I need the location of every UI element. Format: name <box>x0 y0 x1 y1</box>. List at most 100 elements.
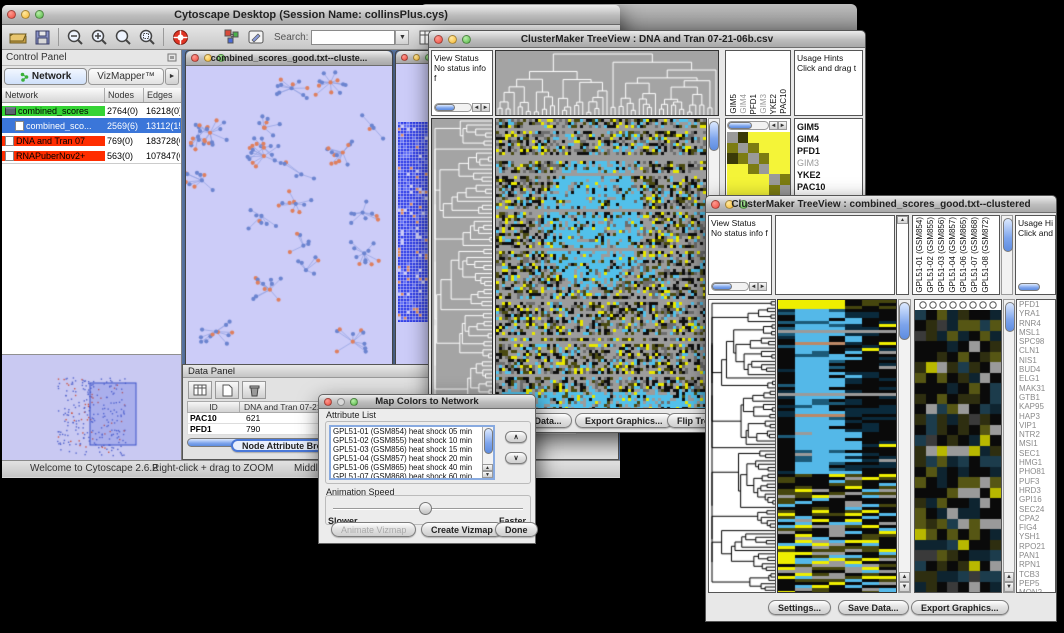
gene-label[interactable]: VIP1 <box>1017 421 1055 430</box>
gene-label[interactable]: SPC98 <box>1017 337 1055 346</box>
animation-slider-thumb[interactable] <box>419 502 432 515</box>
tab-overflow-button[interactable]: ► <box>165 68 179 85</box>
annotation-button[interactable] <box>244 27 268 48</box>
gene-label[interactable]: PFD1 <box>1017 300 1055 309</box>
tv1-row-label[interactable]: GIM3 <box>795 157 862 169</box>
tv1-row-label[interactable]: GIM4 <box>795 133 862 145</box>
tv2-heatmap-vscrollbar[interactable]: ▲ ▼ <box>898 299 911 593</box>
scroll-down-icon[interactable]: ▼ <box>899 582 910 592</box>
search-input[interactable] <box>311 30 395 45</box>
attribute-list-item[interactable]: GPL51-07 (GSM868) heat shock 60 min <box>331 472 493 480</box>
scroll-down-icon[interactable]: ▼ <box>482 471 493 478</box>
gene-label[interactable]: PHO81 <box>1017 467 1055 476</box>
attribute-list-item[interactable]: GPL51-01 (GSM854) heat shock 05 min <box>331 427 493 436</box>
gene-label[interactable]: GTB1 <box>1017 393 1055 402</box>
gene-label[interactable]: ELG1 <box>1017 374 1055 383</box>
gene-label[interactable]: SEC24 <box>1017 505 1055 514</box>
gene-label[interactable]: HRD3 <box>1017 486 1055 495</box>
gene-label[interactable]: HAP3 <box>1017 412 1055 421</box>
tv1-status-hscrollbar[interactable] <box>435 104 455 111</box>
scroll-down-icon[interactable]: ▼ <box>1004 582 1014 592</box>
move-up-button[interactable]: ∧ <box>505 431 527 443</box>
scroll-right-icon[interactable]: ► <box>778 121 787 130</box>
gene-label[interactable]: RPO21 <box>1017 542 1055 551</box>
network-view-canvas[interactable] <box>186 66 392 375</box>
attribute-list-item[interactable]: GPL51-02 (GSM855) heat shock 10 min <box>331 436 493 445</box>
select-attributes-button[interactable] <box>188 381 212 399</box>
attribute-list-vscrollbar[interactable] <box>484 428 493 454</box>
gene-label[interactable]: PAN1 <box>1017 551 1055 560</box>
tv1-row-label[interactable]: GIM5 <box>795 121 862 133</box>
gene-label[interactable]: NTR2 <box>1017 430 1055 439</box>
done-button[interactable]: Done <box>495 522 538 537</box>
gene-label[interactable]: CLN1 <box>1017 346 1055 355</box>
gene-label[interactable]: HMG1 <box>1017 458 1055 467</box>
tv1-heatmap[interactable] <box>495 118 707 409</box>
main-title-bar[interactable]: Cytoscape Desktop (Session Name: collins… <box>2 5 620 25</box>
gene-label[interactable]: PEP5 <box>1017 579 1055 588</box>
tv1-row-dendrogram[interactable] <box>431 118 493 409</box>
minimize-icon[interactable] <box>413 54 420 61</box>
tv2-zoom-panel[interactable] <box>914 299 1002 593</box>
gene-label[interactable]: GPI16 <box>1017 495 1055 504</box>
gene-label[interactable]: NIS1 <box>1017 356 1055 365</box>
data-col-id[interactable]: ID <box>188 402 240 412</box>
tv2-status-hscrollbar[interactable] <box>712 283 732 290</box>
zoom-fit-button[interactable] <box>111 27 135 48</box>
scroll-up-icon[interactable]: ▲ <box>482 464 493 471</box>
scroll-right-icon[interactable]: ► <box>481 103 490 112</box>
zoom-selected-button[interactable] <box>135 27 159 48</box>
dialog-title-bar[interactable]: Map Colors to Network <box>319 395 535 409</box>
search-dropdown-button[interactable]: ▼ <box>395 30 409 45</box>
gene-label[interactable]: TCB3 <box>1017 570 1055 579</box>
create-vizmap-button[interactable]: Create Vizmap <box>421 522 503 537</box>
tv1-correlation-matrix[interactable] <box>727 132 790 195</box>
tv2-export-graphics-button[interactable]: Export Graphics... <box>911 600 1009 615</box>
tv2-zoom-vscrollbar[interactable]: ▲ ▼ <box>1003 299 1015 593</box>
gene-label[interactable]: KAP95 <box>1017 402 1055 411</box>
tv2-hints-hscrollbar[interactable] <box>1018 283 1040 291</box>
treeview2-title-bar[interactable]: ClusterMaker TreeView : combined_scores_… <box>706 196 1056 213</box>
delete-attribute-button[interactable] <box>242 381 266 399</box>
network-table-row[interactable]: combined_scores 2764(0) 16218(0) <box>2 103 181 118</box>
scroll-right-icon[interactable]: ► <box>758 282 767 291</box>
gene-label[interactable]: MSL1 <box>1017 328 1055 337</box>
scroll-left-icon[interactable]: ◄ <box>769 121 778 130</box>
network-view-title-bar[interactable]: combined_scores_good.txt--cluste... <box>186 51 392 66</box>
gene-label[interactable]: BUD4 <box>1017 365 1055 374</box>
tab-vizmapper[interactable]: VizMapper™ <box>88 68 164 85</box>
scroll-left-icon[interactable]: ◄ <box>472 103 481 112</box>
save-button[interactable] <box>30 27 54 48</box>
gene-label[interactable]: YSH1 <box>1017 532 1055 541</box>
tv2-row-dendrogram[interactable] <box>708 299 776 593</box>
tv2-settings-button[interactable]: Settings... <box>768 600 831 615</box>
tv1-row-label[interactable]: YKE2 <box>795 169 862 181</box>
treeview1-title-bar[interactable]: ClusterMaker TreeView : DNA and Tran 07-… <box>429 31 865 48</box>
tv1-row-label[interactable]: PAC10 <box>795 181 862 193</box>
tv1-export-graphics-button[interactable]: Export Graphics... <box>575 413 673 428</box>
tv1-matrix-hscrollbar[interactable] <box>728 122 752 129</box>
network-overview[interactable] <box>2 354 181 460</box>
gene-label[interactable]: MSI1 <box>1017 439 1055 448</box>
close-icon[interactable] <box>401 54 408 61</box>
open-file-button[interactable] <box>6 27 30 48</box>
scroll-up-icon[interactable]: ▲ <box>1004 572 1014 582</box>
network-table-row[interactable]: combined_sco... 2569(6) 13112(15) <box>2 118 181 133</box>
network-modify-button[interactable] <box>220 27 244 48</box>
tv1-column-dendrogram[interactable] <box>495 50 719 116</box>
gene-label[interactable]: RNR4 <box>1017 319 1055 328</box>
tv2-heatmap[interactable] <box>777 299 897 593</box>
gene-label[interactable]: YRA1 <box>1017 309 1055 318</box>
new-attribute-button[interactable] <box>215 381 239 399</box>
tv1-row-label[interactable]: PFD1 <box>795 145 862 157</box>
gene-label[interactable]: FIG4 <box>1017 523 1055 532</box>
gene-label[interactable]: CPA2 <box>1017 514 1055 523</box>
move-down-button[interactable]: ∨ <box>505 452 527 464</box>
zoom-in-button[interactable] <box>87 27 111 48</box>
scroll-left-icon[interactable]: ◄ <box>749 282 758 291</box>
attribute-list-item[interactable]: GPL51-03 (GSM856) heat shock 15 min <box>331 445 493 454</box>
float-panel-icon[interactable] <box>167 49 177 67</box>
attribute-list-item[interactable]: GPL51-06 (GSM865) heat shock 40 min <box>331 463 493 472</box>
tv2-save-data-button[interactable]: Save Data... <box>838 600 909 615</box>
tv2-labels-vscrollbar[interactable] <box>1001 215 1013 295</box>
